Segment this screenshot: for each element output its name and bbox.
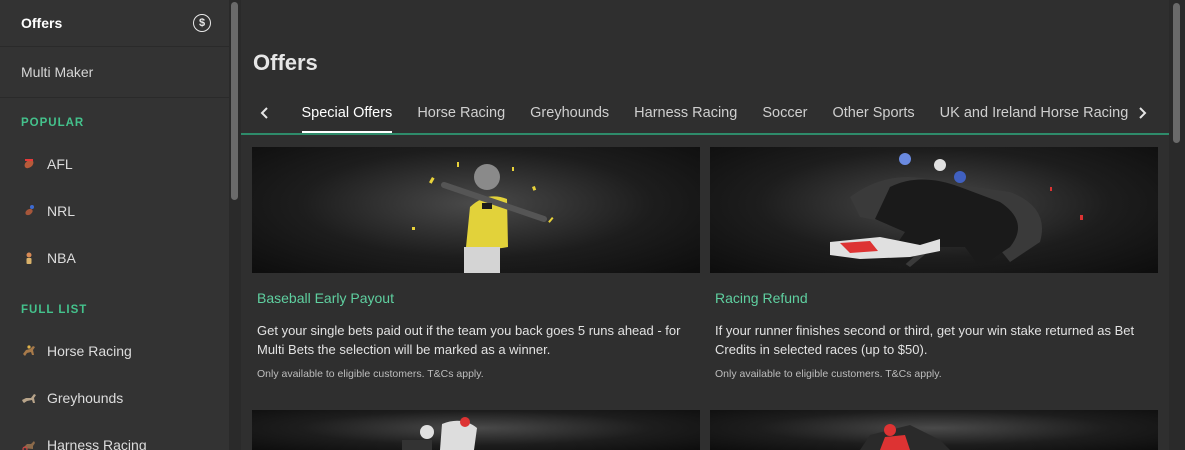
sidebar-item-label: NRL — [47, 202, 76, 219]
offer-card-description: Get your single bets paid out if the tea… — [257, 323, 681, 357]
offer-card-title[interactable]: Baseball Early Payout — [252, 290, 700, 306]
main-content: Offers Special Offers Horse Racing Greyh… — [241, 0, 1169, 450]
tabs-scroll-left-button[interactable] — [241, 92, 289, 133]
main-scrollbar[interactable] — [1169, 0, 1185, 450]
chevron-right-icon — [1139, 106, 1147, 119]
dollar-icon: $ — [193, 14, 211, 32]
tab-greyhounds[interactable]: Greyhounds — [518, 92, 622, 133]
offer-card-image — [710, 410, 1158, 450]
offer-card-partial[interactable] — [252, 410, 700, 450]
sidebar-scrollbar-thumb[interactable] — [231, 2, 238, 200]
greyhound-icon — [21, 390, 37, 406]
tab-special-offers[interactable]: Special Offers — [289, 92, 405, 133]
sidebar-multi-maker-label: Multi Maker — [21, 64, 94, 80]
tab-horse-racing[interactable]: Horse Racing — [405, 92, 518, 133]
harness-racing-icon — [21, 437, 37, 450]
sidebar-offers-label: Offers — [21, 15, 63, 31]
chevron-left-icon — [260, 106, 268, 119]
sidebar-item-label: AFL — [47, 155, 73, 172]
horse-racing-icon — [21, 343, 37, 359]
baseball-player-image — [252, 147, 700, 273]
sidebar-item-label: NBA — [47, 249, 76, 266]
sidebar: Offers $ Multi Maker POPULAR AFL NRL NBA — [0, 0, 229, 450]
sidebar-item-afl[interactable]: AFL — [0, 140, 229, 187]
offer-card-title[interactable]: Racing Refund — [710, 290, 1158, 306]
afl-icon — [21, 156, 37, 172]
tab-uk-ireland-horse-racing[interactable]: UK and Ireland Horse Racing — [927, 92, 1141, 133]
sidebar-item-nba[interactable]: NBA — [0, 234, 229, 281]
racing-horses-image — [710, 147, 1158, 273]
popular-heading: POPULAR — [21, 117, 85, 129]
offer-card-image — [252, 410, 700, 450]
tab-soccer[interactable]: Soccer — [750, 92, 820, 133]
app-window: Offers $ Multi Maker POPULAR AFL NRL NBA — [0, 0, 1185, 450]
main-scrollbar-thumb[interactable] — [1173, 3, 1180, 143]
tab-other-sports[interactable]: Other Sports — [820, 92, 927, 133]
tab-harness-racing[interactable]: Harness Racing — [622, 92, 750, 133]
sidebar-item-greyhounds[interactable]: Greyhounds — [0, 374, 229, 421]
nrl-icon — [21, 203, 37, 219]
sidebar-item-multi-maker[interactable]: Multi Maker — [0, 47, 229, 97]
offer-card-terms: Only available to eligible customers. T&… — [715, 368, 942, 380]
full-list-heading: FULL LIST — [21, 304, 88, 316]
sidebar-scrollbar[interactable] — [229, 0, 241, 450]
page-title: Offers — [253, 50, 318, 75]
sidebar-item-harness-racing[interactable]: Harness Racing — [0, 421, 229, 450]
offers-tab-bar: Special Offers Horse Racing Greyhounds H… — [241, 92, 1169, 135]
offer-card-terms: Only available to eligible customers. T&… — [257, 368, 484, 380]
offer-card-racing-refund[interactable]: Racing Refund If your runner finishes se… — [710, 147, 1158, 380]
sidebar-item-label: Greyhounds — [47, 389, 124, 406]
nba-icon — [21, 250, 37, 266]
sidebar-item-nrl[interactable]: NRL — [0, 187, 229, 234]
sidebar-item-label: Horse Racing — [47, 342, 132, 359]
offer-card-partial[interactable] — [710, 410, 1158, 450]
offer-card-description: If your runner finishes second or third,… — [715, 323, 1135, 357]
offer-card-baseball-early-payout[interactable]: Baseball Early Payout Get your single be… — [252, 147, 700, 380]
sidebar-item-label: Harness Racing — [47, 436, 147, 450]
sidebar-item-offers[interactable]: Offers $ — [0, 0, 229, 46]
tabs-scroll-right-button[interactable] — [1127, 92, 1157, 133]
sidebar-item-horse-racing[interactable]: Horse Racing — [0, 327, 229, 374]
